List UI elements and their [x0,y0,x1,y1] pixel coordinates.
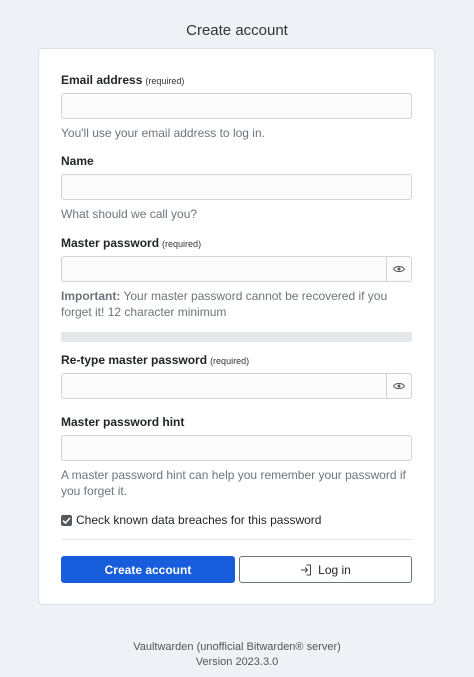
footer: Vaultwarden (unofficial Bitwarden® serve… [0,640,474,670]
email-label: Email address [61,73,143,87]
toggle-retype-visibility-button[interactable] [387,373,412,399]
create-account-button[interactable]: Create account [61,556,235,583]
name-field-group: Name What should we call you? [61,153,412,222]
retype-password-label: Re-type master password [61,353,208,367]
log-in-button-label: Log in [318,562,351,577]
hint-input[interactable] [61,435,412,461]
password-strength-meter [61,332,412,342]
hint-field-group: Master password hint A master password h… [61,414,412,499]
retype-password-field-group: Re-type master password (required) [61,352,412,399]
master-password-field-group: Master password (required) Important: You… [61,235,412,320]
name-help-text: What should we call you? [61,207,198,221]
footer-version: Version 2023.3.0 [195,656,279,668]
page-title: Create account [186,22,288,39]
log-in-button[interactable]: Log in [239,556,412,583]
email-required-note: (required) [145,76,185,86]
sign-in-icon [301,564,312,575]
checkmark-icon [62,516,71,524]
master-password-help-important: Important: [61,289,121,303]
form-divider [61,539,412,540]
retype-password-required-note: (required) [210,356,250,366]
name-input[interactable] [61,174,412,200]
create-account-card: Email address (required) You'll use your … [38,48,435,605]
toggle-password-visibility-button[interactable] [387,256,412,282]
email-field-group: Email address (required) You'll use your … [61,72,412,141]
eye-icon [393,265,405,273]
retype-password-input[interactable] [61,373,387,399]
check-breaches-label: Check known data breaches for this passw… [76,513,322,527]
master-password-help-text: Important: Your master password cannot b… [61,288,412,320]
master-password-input-group [61,256,412,282]
master-password-required-note: (required) [162,239,202,249]
footer-server-name: Vaultwarden (unofficial Bitwarden® serve… [133,641,341,653]
create-account-button-label: Create account [104,562,192,577]
hint-label: Master password hint [61,415,185,429]
name-label: Name [61,154,94,168]
email-help-text: You'll use your email address to log in. [61,126,265,140]
eye-icon [393,382,405,390]
check-breaches-row[interactable]: Check known data breaches for this passw… [61,512,412,528]
check-breaches-checkbox[interactable] [61,514,72,526]
master-password-label: Master password [61,236,160,250]
master-password-input[interactable] [61,256,387,282]
hint-help-text: A master password hint can help you reme… [61,468,406,498]
retype-password-input-group [61,373,412,399]
email-input[interactable] [61,93,412,119]
